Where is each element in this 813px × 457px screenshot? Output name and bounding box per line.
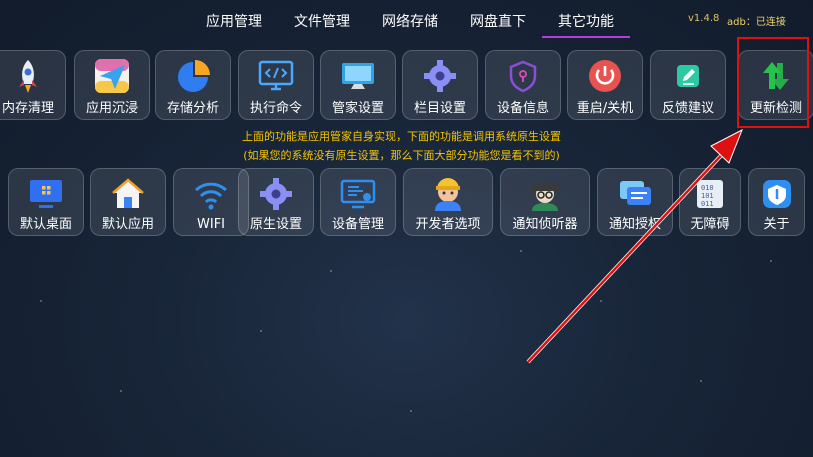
tab-cloud-download[interactable]: 网盘直下 <box>454 8 542 36</box>
tile-device-info[interactable]: 设备信息 <box>485 50 561 120</box>
tab-app-management[interactable]: 应用管理 <box>190 8 278 36</box>
svg-text:101: 101 <box>701 192 714 200</box>
tile-app-immersive[interactable]: 应用沉浸 <box>74 50 150 120</box>
detective-icon <box>530 183 560 211</box>
tile-label: WIFI <box>197 217 225 232</box>
tab-network-storage[interactable]: 网络存储 <box>366 8 454 36</box>
tile-label: 开发者选项 <box>415 217 481 232</box>
tile-label: 重启/关机 <box>576 101 634 116</box>
version-label: v1.4.8 <box>688 13 720 24</box>
tile-label: 存储分析 <box>166 101 219 116</box>
svg-text:011: 011 <box>701 200 714 208</box>
home-icon <box>112 178 144 208</box>
tile-execute-command[interactable]: 执行命令 <box>238 50 314 120</box>
monitor-icon <box>342 63 374 89</box>
info-note-line-1: 上面的功能是应用管家自身实现，下面的功能是调用系统原生设置 <box>242 130 561 143</box>
tile-label: 通知授权 <box>608 217 661 232</box>
code-monitor-icon <box>258 60 294 91</box>
gear-icon <box>260 178 292 210</box>
tile-notification-listener[interactable]: 通知侦听器 <box>500 168 590 236</box>
highlight-box <box>737 37 809 128</box>
tile-label: 设备信息 <box>496 101 549 116</box>
pie-chart-icon <box>178 60 210 92</box>
tile-label: 无障碍 <box>690 217 730 232</box>
tile-feedback[interactable]: 反馈建议 <box>650 50 726 120</box>
shield-icon <box>509 60 537 93</box>
info-note-line-2: (如果您的系统没有原生设置，那么下面大部分功能您是看不到的) <box>243 149 560 162</box>
tile-accessibility[interactable]: 010 101 011 无障碍 <box>679 168 741 236</box>
tile-label: 执行命令 <box>249 101 302 116</box>
tab-file-management[interactable]: 文件管理 <box>278 8 366 36</box>
tile-label: 内存清理 <box>1 101 54 116</box>
tile-label: 关于 <box>763 217 790 232</box>
tile-storage-analysis[interactable]: 存储分析 <box>155 50 231 120</box>
tile-label: 栏目设置 <box>413 101 466 116</box>
tile-developer-options[interactable]: 开发者选项 <box>403 168 493 236</box>
tile-label: 设备管理 <box>331 217 384 232</box>
power-icon <box>589 60 621 92</box>
tile-native-settings[interactable]: 原生设置 <box>238 168 314 236</box>
tile-default-desktop[interactable]: 默认桌面 <box>8 168 84 236</box>
device-manager-icon <box>340 179 376 209</box>
tile-label: 管家设置 <box>331 101 384 116</box>
tile-notification-permission[interactable]: 通知授权 <box>597 168 673 236</box>
desktop-icon <box>30 180 62 208</box>
tile-column-settings[interactable]: 栏目设置 <box>402 50 478 120</box>
adb-status: adb：已连接 <box>727 17 786 28</box>
tile-label: 通知侦听器 <box>512 217 578 232</box>
tile-label: 反馈建议 <box>661 101 714 116</box>
tile-memory-clean[interactable]: 内存清理 <box>0 50 66 120</box>
tile-default-app[interactable]: 默认应用 <box>90 168 166 236</box>
paper-plane-icon <box>95 59 129 93</box>
tile-about[interactable]: 关于 <box>748 168 805 236</box>
tile-label: 原生设置 <box>249 217 302 232</box>
tile-device-management[interactable]: 设备管理 <box>320 168 396 236</box>
gear-icon <box>424 60 456 92</box>
edit-icon <box>677 65 699 87</box>
developer-icon <box>435 178 461 211</box>
accessibility-icon: 010 101 011 <box>697 180 723 208</box>
about-icon <box>762 180 791 208</box>
notification-icon <box>620 181 651 205</box>
tab-other-functions[interactable]: 其它功能 <box>542 8 630 38</box>
tile-label: 默认应用 <box>101 217 154 232</box>
rocket-icon <box>19 60 37 93</box>
tile-label: 默认桌面 <box>19 217 72 232</box>
tile-manager-settings[interactable]: 管家设置 <box>320 50 396 120</box>
wifi-icon <box>194 182 228 210</box>
tile-restart-shutdown[interactable]: 重启/关机 <box>567 50 643 120</box>
tile-label: 应用沉浸 <box>85 101 138 116</box>
svg-text:010: 010 <box>701 184 714 192</box>
top-tab-bar: 应用管理 文件管理 网络存储 网盘直下 其它功能 <box>190 8 630 38</box>
